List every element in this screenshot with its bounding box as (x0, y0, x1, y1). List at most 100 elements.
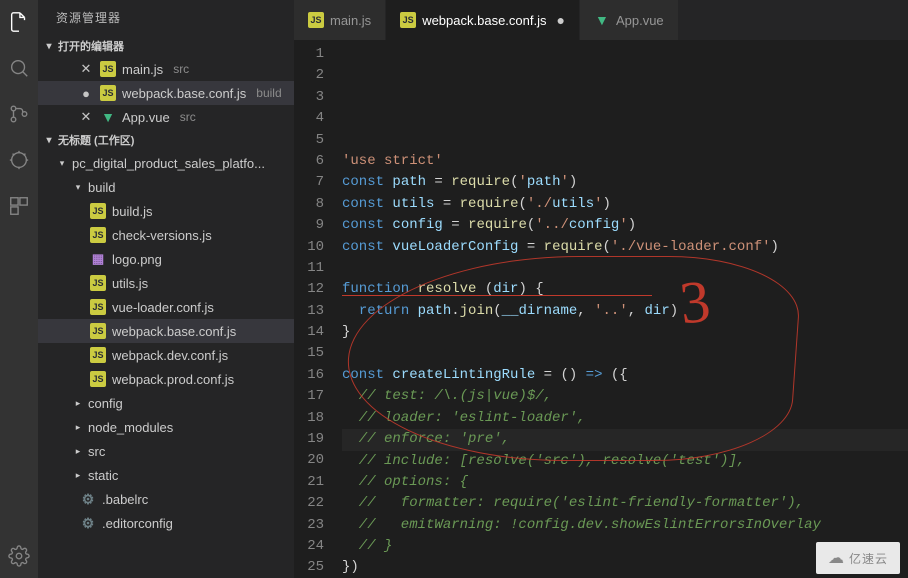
file-name: utils.js (112, 276, 148, 291)
activity-bar (0, 0, 38, 578)
js-file-icon: JS (90, 371, 106, 387)
code-line: 'use strict' (342, 151, 908, 172)
line-number: 8 (294, 194, 324, 215)
tree-file-item[interactable]: JS vue-loader.conf.js (38, 295, 294, 319)
file-name: App.vue (122, 110, 170, 125)
build-folder[interactable]: ▾ build (38, 175, 294, 199)
chevron-right-icon: ▸ (72, 470, 84, 481)
explorer-title: 资源管理器 (38, 0, 294, 35)
js-file-icon: JS (100, 85, 116, 101)
line-number: 20 (294, 450, 324, 471)
vue-file-icon: ▼ (100, 109, 116, 125)
tree-file-item[interactable]: JSbuild.js (38, 199, 294, 223)
tab-label: main.js (330, 13, 371, 28)
settings-gear-icon[interactable] (7, 544, 31, 568)
cloud-icon: ☁ (828, 548, 845, 568)
chevron-down-icon: ▾ (42, 135, 56, 146)
file-name: vue-loader.conf.js (112, 300, 214, 315)
chevron-down-icon: ▾ (72, 182, 84, 193)
code-line: const path = require('path') (342, 172, 908, 193)
source-control-icon[interactable] (7, 102, 31, 126)
file-name: webpack.dev.conf.js (112, 348, 228, 363)
js-file-icon: JS (100, 61, 116, 77)
chevron-down-icon: ▾ (42, 41, 56, 52)
tree-file-item[interactable]: ⚙.editorconfig (38, 511, 294, 535)
editor-tab[interactable]: ▼ App.vue (580, 0, 679, 40)
line-number: 13 (294, 301, 324, 322)
file-name: check-versions.js (112, 228, 212, 243)
line-number: 3 (294, 87, 324, 108)
tree-folder[interactable]: ▸ node_modules (38, 415, 294, 439)
editor-tabs: JS main.js JS webpack.base.conf.js ● ▼ A… (294, 0, 908, 40)
line-number: 6 (294, 151, 324, 172)
js-file-icon: JS (90, 347, 106, 363)
tree-file-item[interactable]: JS webpack.dev.conf.js (38, 343, 294, 367)
tree-folder[interactable]: ▸ config (38, 391, 294, 415)
tree-folder[interactable]: ▸ src (38, 439, 294, 463)
tree-folder[interactable]: ▸ static (38, 463, 294, 487)
code-content[interactable]: 3 'use strict'const path = require('path… (342, 40, 908, 578)
close-icon[interactable]: ✕ (78, 109, 94, 125)
line-number: 24 (294, 536, 324, 557)
line-number: 18 (294, 408, 324, 429)
section-label: 无标题 (工作区) (58, 132, 134, 148)
image-file-icon: ▦ (90, 251, 106, 267)
code-line: const vueLoaderConfig = require('./vue-l… (342, 237, 908, 258)
code-line: function resolve (dir) { (342, 279, 908, 300)
tab-label: App.vue (616, 13, 664, 28)
search-icon[interactable] (7, 56, 31, 80)
code-line: // test: /\.(js|vue)$/, (342, 386, 908, 407)
dirty-indicator-icon[interactable]: ● (78, 86, 94, 101)
folder-label: node_modules (88, 420, 173, 435)
code-line: // loader: 'eslint-loader', (342, 408, 908, 429)
tree-file-item[interactable]: ▦logo.png (38, 247, 294, 271)
chevron-down-icon: ▾ (56, 158, 68, 169)
dirty-indicator-icon[interactable]: ● (556, 12, 564, 28)
file-name: .editorconfig (102, 516, 173, 531)
code-line: // emitWarning: !config.dev.showEslintEr… (342, 515, 908, 536)
workspace-section[interactable]: ▾ 无标题 (工作区) (38, 129, 294, 151)
files-icon[interactable] (7, 10, 31, 34)
line-number: 21 (294, 472, 324, 493)
tree-file-item[interactable]: JS check-versions.js (38, 223, 294, 247)
code-line: // enforce: 'pre', (342, 429, 908, 450)
code-editor[interactable]: 1234567891011121314151617181920212223242… (294, 40, 908, 578)
project-root-folder[interactable]: ▾ pc_digital_product_sales_platfo... (38, 151, 294, 175)
close-icon[interactable]: ✕ (78, 61, 94, 77)
explorer-panel: 资源管理器 ▾ 打开的编辑器 ✕ JS main.js src ● JS web… (38, 0, 294, 578)
line-number: 15 (294, 343, 324, 364)
watermark: ☁ 亿速云 (816, 542, 900, 574)
chevron-right-icon: ▸ (72, 446, 84, 457)
file-name: build.js (112, 204, 152, 219)
open-editor-item[interactable]: ✕ ▼ App.vue src (38, 105, 294, 129)
tree-file-item[interactable]: ⚙.babelrc (38, 487, 294, 511)
file-name: main.js (122, 62, 163, 77)
tree-file-item[interactable]: JSwebpack.base.conf.js (38, 319, 294, 343)
line-number: 23 (294, 515, 324, 536)
js-file-icon: JS (90, 227, 106, 243)
code-line (342, 344, 908, 365)
editor-tab[interactable]: JS webpack.base.conf.js ● (386, 0, 580, 40)
line-numbers: 1234567891011121314151617181920212223242… (294, 40, 342, 578)
code-line: const createLintingRule = () => ({ (342, 365, 908, 386)
line-number: 4 (294, 108, 324, 129)
open-editor-item[interactable]: ✕ JS main.js src (38, 57, 294, 81)
js-file-icon: JS (90, 299, 106, 315)
code-line: // include: [resolve('src'), resolve('te… (342, 451, 908, 472)
config-file-icon: ⚙ (80, 491, 96, 507)
debug-icon[interactable] (7, 148, 31, 172)
open-editor-item[interactable]: ● JS webpack.base.conf.js build (38, 81, 294, 105)
tree-file-item[interactable]: JS webpack.prod.conf.js (38, 367, 294, 391)
extensions-icon[interactable] (7, 194, 31, 218)
js-file-icon: JS (90, 323, 106, 339)
code-line (342, 258, 908, 279)
chevron-right-icon: ▸ (72, 422, 84, 433)
tree-file-item[interactable]: JSutils.js (38, 271, 294, 295)
vue-file-icon: ▼ (594, 12, 610, 28)
file-name: webpack.prod.conf.js (112, 372, 234, 387)
open-editors-section[interactable]: ▾ 打开的编辑器 (38, 35, 294, 57)
line-number: 11 (294, 258, 324, 279)
editor-tab[interactable]: JS main.js (294, 0, 386, 40)
code-line: // formatter: require('eslint-friendly-f… (342, 493, 908, 514)
code-line: const config = require('../config') (342, 215, 908, 236)
